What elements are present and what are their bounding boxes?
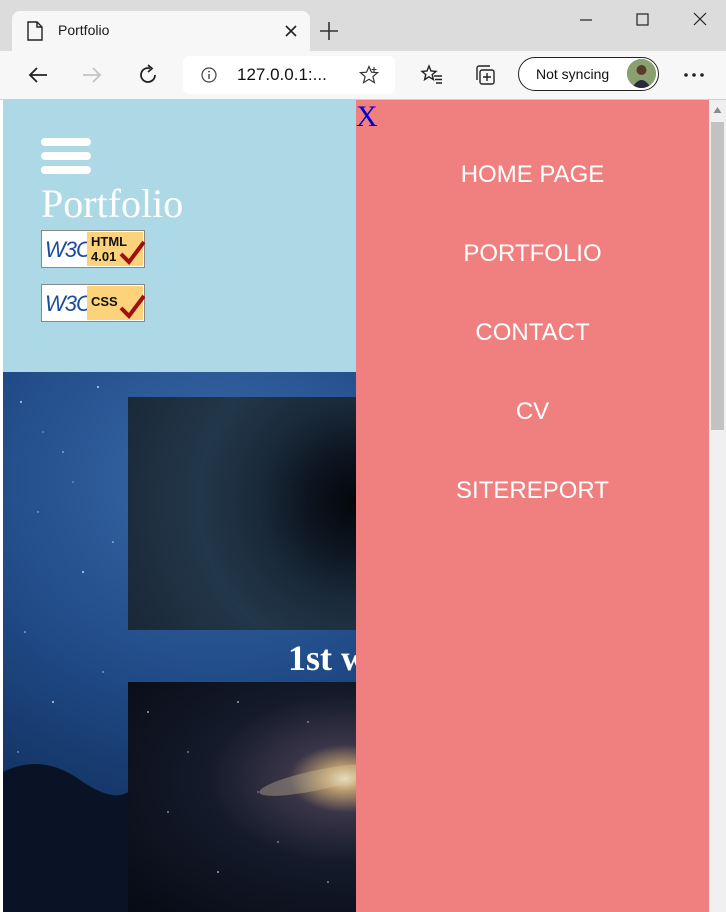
collections-icon[interactable] bbox=[474, 63, 498, 87]
browser-titlebar: Portfolio bbox=[0, 0, 726, 51]
info-icon[interactable] bbox=[201, 67, 217, 83]
forward-arrow-icon[interactable] bbox=[80, 63, 104, 87]
page-icon bbox=[27, 21, 43, 41]
vertical-scrollbar[interactable] bbox=[709, 100, 726, 912]
tab-title: Portfolio bbox=[58, 22, 110, 38]
scroll-up-arrow-icon[interactable] bbox=[713, 106, 722, 114]
portfolio-image-galaxy[interactable] bbox=[128, 682, 377, 912]
svg-text:W3C: W3C bbox=[45, 291, 92, 316]
svg-text:W3C: W3C bbox=[45, 237, 92, 262]
w3c-html-badge[interactable]: W3C HTML 4.01 bbox=[41, 230, 145, 268]
portfolio-image-vortex[interactable] bbox=[128, 397, 356, 630]
site-title: Portfolio bbox=[41, 181, 184, 226]
svg-text:HTML: HTML bbox=[91, 234, 127, 249]
more-options-icon[interactable] bbox=[682, 66, 706, 84]
new-tab-icon[interactable] bbox=[318, 20, 340, 42]
nav-link-cv[interactable]: CV bbox=[356, 398, 709, 426]
nav-link-portfolio[interactable]: PORTFOLIO bbox=[356, 240, 709, 268]
maximize-icon[interactable] bbox=[627, 8, 657, 32]
nav-link-sitereport[interactable]: SITEREPORT bbox=[356, 477, 709, 505]
url-text[interactable]: 127.0.0.1:... bbox=[237, 65, 327, 85]
side-navigation: X HOME PAGE PORTFOLIO CONTACT CV SITEREP… bbox=[356, 100, 709, 912]
reload-icon[interactable] bbox=[136, 63, 160, 87]
scrollbar-thumb[interactable] bbox=[711, 122, 724, 430]
close-tab-icon[interactable] bbox=[280, 20, 302, 42]
address-bar[interactable]: 127.0.0.1:... bbox=[183, 56, 395, 94]
nav-link-home-page[interactable]: HOME PAGE bbox=[356, 161, 709, 189]
window-close-icon[interactable] bbox=[685, 8, 715, 32]
favorites-icon[interactable] bbox=[420, 63, 444, 87]
avatar bbox=[627, 59, 656, 88]
nav-link-contact[interactable]: CONTACT bbox=[356, 319, 709, 347]
browser-tab[interactable]: Portfolio bbox=[12, 11, 310, 51]
svg-text:CSS: CSS bbox=[91, 294, 118, 309]
close-nav-button[interactable]: X bbox=[356, 100, 378, 134]
minimize-icon[interactable] bbox=[571, 8, 601, 32]
w3c-css-badge[interactable]: W3C CSS bbox=[41, 284, 145, 322]
hamburger-menu-icon[interactable] bbox=[41, 138, 91, 174]
profile-sync-button[interactable]: Not syncing bbox=[518, 57, 659, 91]
sync-label: Not syncing bbox=[536, 66, 610, 82]
favorite-star-icon[interactable] bbox=[359, 65, 379, 85]
svg-text:4.01: 4.01 bbox=[91, 249, 116, 264]
browser-toolbar: 127.0.0.1:... Not syncing bbox=[0, 51, 726, 100]
back-arrow-icon[interactable] bbox=[26, 63, 50, 87]
page-viewport: Portfolio W3C HTML 4.01 W3C CSS 1st w X … bbox=[3, 100, 709, 912]
